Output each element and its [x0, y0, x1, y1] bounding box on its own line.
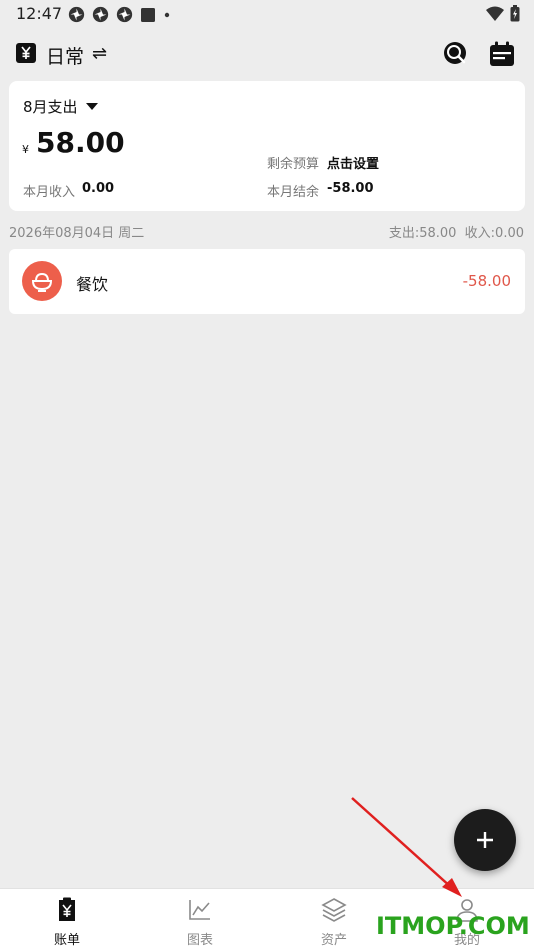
nav-label: 图表 [186, 933, 213, 948]
record-row[interactable]: 餐饮 -58.00 [9, 249, 525, 314]
watermark: ITMOP.COM [376, 912, 530, 940]
pinwheel-icon [68, 6, 85, 23]
dropdown-arrow-icon [85, 102, 98, 110]
bill-icon [59, 897, 75, 921]
status-system [486, 5, 520, 22]
pinwheel-icon [116, 6, 133, 23]
budget-setting-link[interactable]: 点击设置 [327, 153, 379, 172]
nav-bills[interactable]: 账单 [37, 897, 97, 948]
pinwheel-icon [92, 6, 109, 23]
wifi-icon [486, 6, 504, 21]
nav-label: 账单 [53, 933, 80, 948]
nav-label: 资产 [320, 933, 347, 948]
book-title[interactable]: 日常 [46, 42, 84, 69]
status-time: 12:47 [16, 4, 63, 23]
income-value: 0.00 [82, 181, 115, 196]
annotation-arrow [351, 797, 462, 897]
calendar-icon[interactable] [488, 40, 516, 68]
battery-icon [510, 5, 520, 22]
income-label: 本月收入 [23, 185, 76, 200]
balance-label: 本月结余 [267, 185, 320, 200]
budget-label: 剩余预算 [267, 157, 320, 172]
nav-chart[interactable]: 图表 [170, 897, 230, 948]
rice-bowl-icon [22, 261, 62, 301]
total-expense: 58.00 [36, 126, 125, 159]
square-icon [141, 7, 155, 22]
status-notifications [68, 6, 171, 23]
day-summary: 支出:58.00 收入:0.00 [388, 226, 524, 241]
category-name: 餐饮 [76, 275, 109, 294]
search-icon[interactable] [442, 40, 470, 68]
month-label: 8月支出 [23, 98, 78, 116]
month-selector[interactable]: 8月支出 [23, 96, 98, 117]
account-book-icon[interactable] [15, 42, 37, 64]
chart-icon [189, 900, 210, 920]
swap-book-icon[interactable]: ⇌ [92, 43, 107, 64]
balance-value: -58.00 [327, 181, 374, 196]
dot-icon [164, 12, 170, 17]
day-date: 2026年08月04日 周二 [9, 226, 145, 241]
currency-symbol: ¥ [22, 143, 29, 156]
record-amount: -58.00 [462, 272, 511, 290]
summary-card: 8月支出 ¥ 58.00 剩余预算 点击设置 本月收入 0.00 本月结余 -5… [9, 81, 525, 211]
